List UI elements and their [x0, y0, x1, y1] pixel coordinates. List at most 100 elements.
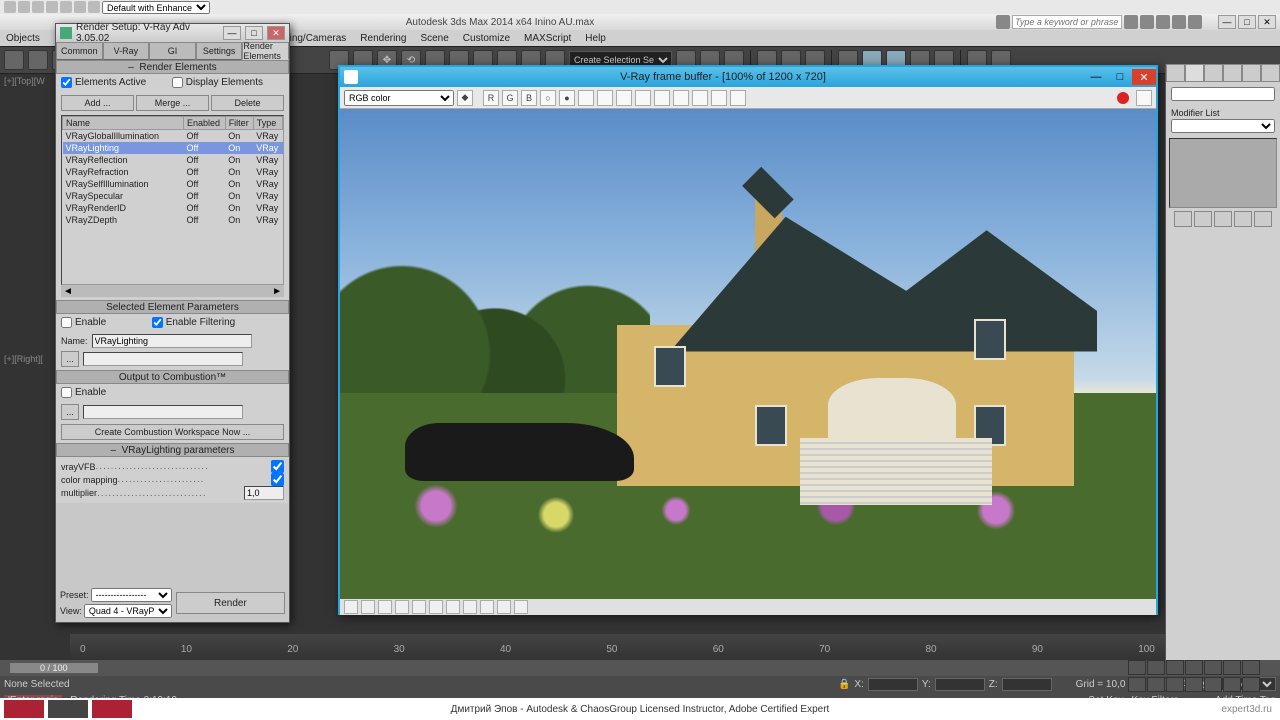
rollout-lighting-params[interactable]: – VRayLighting parameters [56, 443, 289, 457]
col-name[interactable]: Name [63, 117, 184, 130]
vfb-tool-icon[interactable] [1136, 90, 1152, 106]
colormap-checkbox[interactable] [271, 473, 284, 486]
element-row[interactable]: VRayGlobalIlluminationOffOnVRay [63, 130, 283, 142]
delete-button[interactable]: Delete [211, 95, 284, 111]
mono-channel-button[interactable]: ● [559, 90, 575, 106]
vfb-tool-icon[interactable] [597, 90, 613, 106]
nav-icon[interactable] [1242, 677, 1260, 692]
col-enabled[interactable]: Enabled [184, 117, 226, 130]
maximize-button[interactable]: □ [1238, 15, 1256, 29]
maximize-button[interactable]: □ [245, 26, 263, 40]
nav-icon[interactable] [1147, 677, 1165, 692]
viewport-label[interactable]: [+][Right][ [4, 354, 43, 364]
prev-frame-icon[interactable] [1147, 660, 1165, 675]
infocenter-icon[interactable] [996, 15, 1010, 29]
help-icon[interactable] [1124, 15, 1138, 29]
vfb-bottom-icon[interactable] [395, 600, 409, 614]
menu-item[interactable]: Customize [463, 33, 510, 44]
viewport-label[interactable]: [+][Top][W [4, 76, 45, 86]
stack-tool-icon[interactable] [1174, 211, 1192, 227]
element-row[interactable]: VRayRefractionOffOnVRay [63, 166, 283, 178]
y-field[interactable] [935, 678, 985, 691]
view-dropdown[interactable]: Quad 4 - VRayP [84, 604, 172, 618]
close-button[interactable]: ✕ [1258, 15, 1276, 29]
rollout-selected-params[interactable]: Selected Element Parameters [56, 300, 289, 314]
x-field[interactable] [868, 678, 918, 691]
nav-icon[interactable] [1204, 677, 1222, 692]
blue-channel-button[interactable]: B [521, 90, 537, 106]
modifier-stack[interactable] [1169, 138, 1277, 208]
vfb-bottom-icon[interactable] [514, 600, 528, 614]
nav-icon[interactable] [1223, 660, 1241, 675]
qa-icon[interactable] [74, 1, 86, 13]
play-icon[interactable] [1166, 660, 1184, 675]
vrayvfb-checkbox[interactable] [271, 460, 284, 473]
render-image[interactable] [340, 109, 1156, 599]
menu-item[interactable]: Rendering [360, 33, 406, 44]
z-field[interactable] [1002, 678, 1052, 691]
vfb-bottom-icon[interactable] [378, 600, 392, 614]
time-slider[interactable]: 0102030405060708090100 [70, 634, 1165, 660]
nav-icon[interactable] [1223, 677, 1241, 692]
hscroll[interactable]: ◄► [61, 285, 284, 297]
vfb-bottom-icon[interactable] [429, 600, 443, 614]
goto-end-icon[interactable] [1204, 660, 1222, 675]
swatch-icon[interactable]: ◆ [457, 90, 473, 106]
combustion-path-field[interactable] [83, 405, 243, 419]
help-icon[interactable] [1188, 15, 1202, 29]
tab-gi[interactable]: GI [149, 42, 196, 60]
vfb-bottom-icon[interactable] [344, 600, 358, 614]
element-row[interactable]: VRaySpecularOffOnVRay [63, 190, 283, 202]
close-button[interactable]: ✕ [1132, 69, 1156, 85]
stack-tool-icon[interactable] [1254, 211, 1272, 227]
track-bar[interactable]: 0 / 100 [0, 660, 1280, 676]
vfb-bottom-icon[interactable] [361, 600, 375, 614]
enable-filtering-checkbox[interactable]: Enable Filtering [152, 317, 235, 328]
qa-icon[interactable] [88, 1, 100, 13]
next-frame-icon[interactable] [1185, 660, 1203, 675]
vfb-bottom-icon[interactable] [497, 600, 511, 614]
nav-icon[interactable] [1128, 677, 1146, 692]
menu-item[interactable]: Help [585, 33, 606, 44]
enable-combustion-checkbox[interactable]: Enable [61, 387, 106, 398]
hierarchy-tab-icon[interactable] [1204, 64, 1223, 82]
dialog-titlebar[interactable]: Render Setup: V-Ray Adv 3.05.02 — □ ✕ [56, 24, 289, 42]
vfb-titlebar[interactable]: V-Ray frame buffer - [100% of 1200 x 720… [340, 67, 1156, 87]
minimize-button[interactable]: — [1218, 15, 1236, 29]
stack-tool-icon[interactable] [1214, 211, 1232, 227]
lock-icon[interactable]: 🔒 [838, 679, 850, 690]
browse-button[interactable]: ... [61, 404, 79, 420]
tab-settings[interactable]: Settings [196, 42, 243, 60]
vfb-tool-icon[interactable] [673, 90, 689, 106]
element-row[interactable]: VRayRenderIDOffOnVRay [63, 202, 283, 214]
time-slider-handle[interactable]: 0 / 100 [10, 663, 98, 673]
tab-render-elements[interactable]: Render Elements [242, 42, 289, 60]
add-button[interactable]: Add ... [61, 95, 134, 111]
element-row[interactable]: VRaySelfIlluminationOffOnVRay [63, 178, 283, 190]
browse-button[interactable]: ... [61, 351, 79, 367]
menu-item[interactable]: Objects [6, 33, 40, 44]
rollout-render-elements[interactable]: – Render Elements [56, 60, 289, 74]
minimize-button[interactable]: — [223, 26, 241, 40]
red-channel-button[interactable]: R [483, 90, 499, 106]
help-icon[interactable] [1140, 15, 1154, 29]
vfb-tool-icon[interactable] [616, 90, 632, 106]
green-channel-button[interactable]: G [502, 90, 518, 106]
preset-dropdown[interactable]: ----------------- [91, 588, 172, 602]
element-row[interactable]: VRayLightingOffOnVRay [63, 142, 283, 154]
elements-list[interactable]: Name Enabled Filter Type VRayGlobalIllum… [61, 115, 284, 285]
modifier-list-dropdown[interactable] [1171, 119, 1275, 133]
help-icon[interactable] [1156, 15, 1170, 29]
qa-icon[interactable] [32, 1, 44, 13]
vfb-tool-icon[interactable] [578, 90, 594, 106]
qa-icon[interactable] [18, 1, 30, 13]
element-row[interactable]: VRayZDepthOffOnVRay [63, 214, 283, 226]
vfb-tool-icon[interactable] [635, 90, 651, 106]
utilities-tab-icon[interactable] [1261, 64, 1280, 82]
display-tab-icon[interactable] [1242, 64, 1261, 82]
workspace-dropdown[interactable]: Default with Enhance [102, 1, 210, 14]
close-button[interactable]: ✕ [267, 26, 285, 40]
help-icon[interactable] [1172, 15, 1186, 29]
stop-render-icon[interactable] [1117, 92, 1129, 104]
tab-common[interactable]: Common [56, 42, 103, 60]
